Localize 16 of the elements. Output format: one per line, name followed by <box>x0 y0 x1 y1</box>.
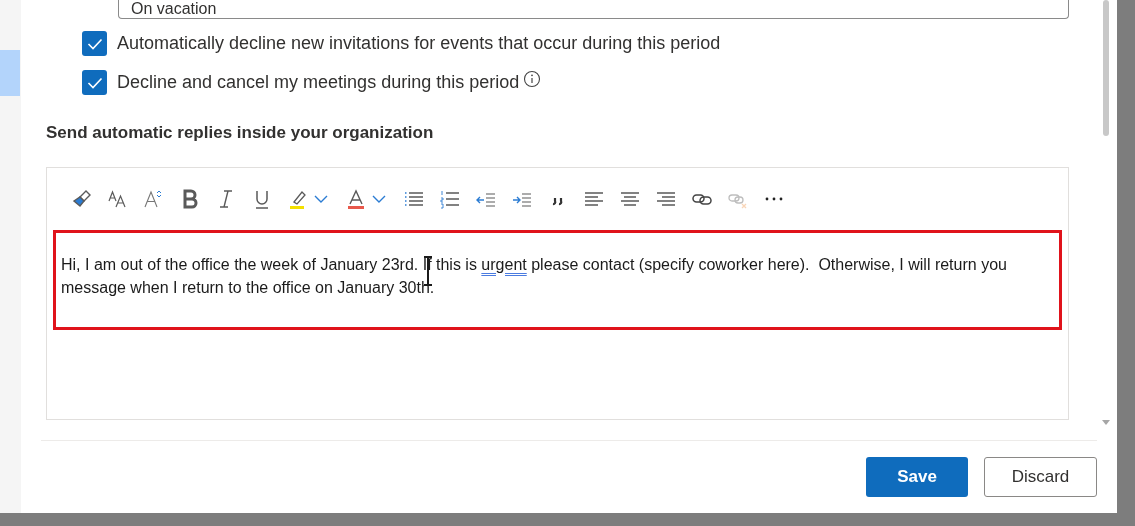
section-heading: Send automatic replies inside your organization <box>46 122 435 144</box>
field-value: On vacation <box>131 0 217 17</box>
scrollbar-thumb[interactable] <box>1103 0 1109 136</box>
checkbox-label: Decline and cancel my meetings during this period <box>117 71 520 94</box>
checkbox-label: Automatically decline new invitations for events that occur during this period <box>117 32 721 55</box>
font-color-icon[interactable] <box>345 187 367 210</box>
reason-field[interactable]: On vacation <box>118 0 1069 19</box>
nav-highlight <box>0 50 20 96</box>
checkbox[interactable] <box>82 70 107 95</box>
check-icon <box>86 37 103 50</box>
info-icon[interactable] <box>523 69 542 88</box>
discard-button[interactable]: Discard <box>984 457 1097 497</box>
check-icon <box>86 76 103 89</box>
save-button[interactable]: Save <box>866 457 968 497</box>
scroll-down-icon[interactable] <box>1101 419 1111 426</box>
checkbox[interactable] <box>82 31 107 56</box>
